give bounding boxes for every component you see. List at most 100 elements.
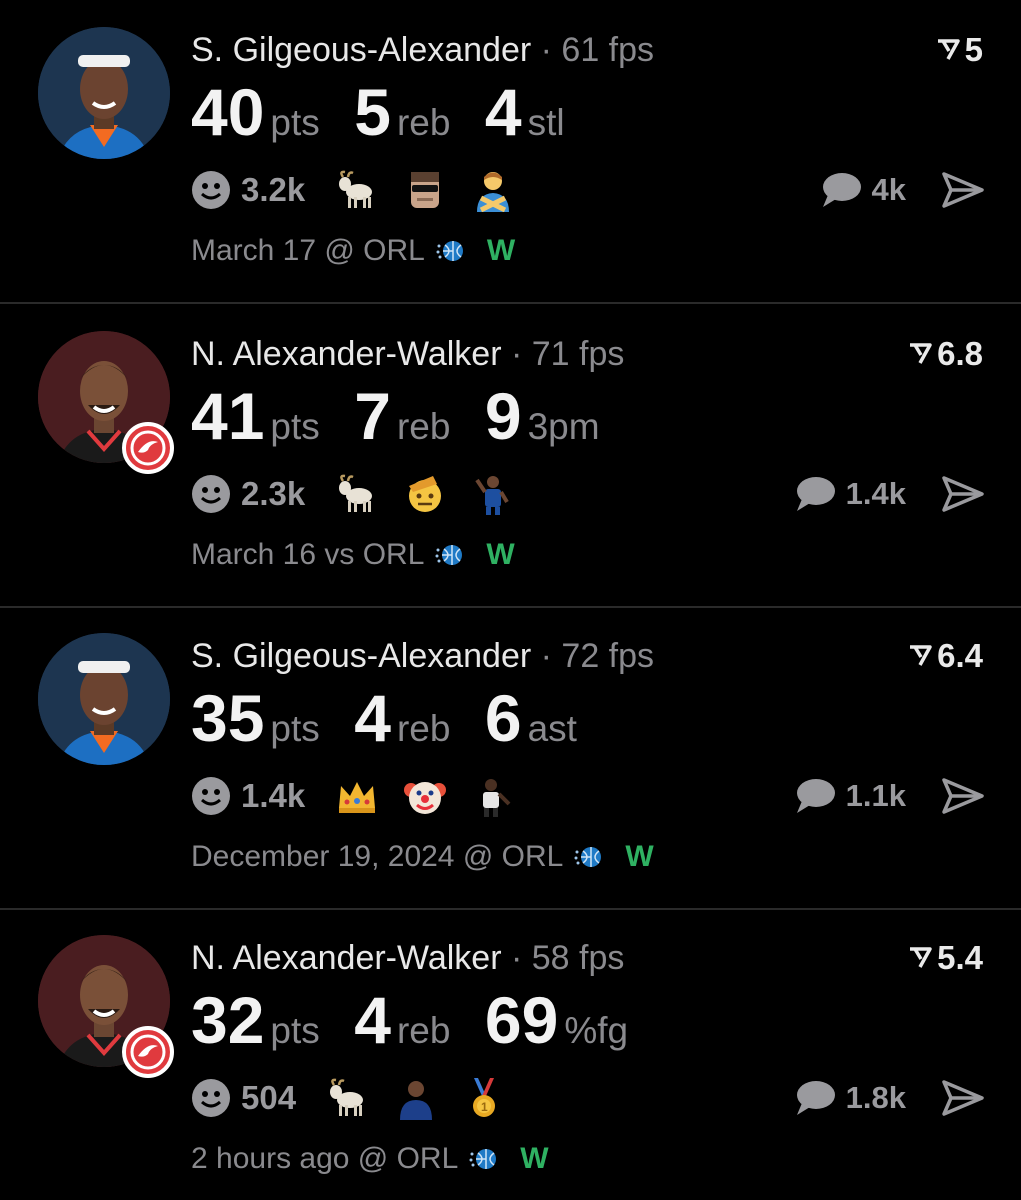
- svg-text:OKC: OKC: [156, 138, 170, 154]
- reactions-bar: 504 1: [191, 1073, 530, 1123]
- rating-value: 6.4: [937, 637, 983, 674]
- hawks-logo-icon: [130, 1034, 166, 1070]
- comment-bubble-icon: [822, 173, 861, 207]
- stat-value: 35: [191, 681, 265, 755]
- luka-sunglasses-icon[interactable]: [403, 168, 447, 212]
- player-celebration-icon[interactable]: [471, 472, 515, 516]
- comment-bubble-icon: [796, 779, 835, 813]
- rating[interactable]: 5: [935, 30, 983, 70]
- stat-rebounds: 7 reb: [354, 376, 450, 456]
- smiley-reaction-icon[interactable]: [191, 1078, 231, 1118]
- game-info[interactable]: March 16 vs ORL W: [191, 536, 515, 574]
- smiley-reaction-icon[interactable]: [191, 474, 231, 514]
- stat-unit: pts: [270, 1010, 320, 1051]
- stat-value: 7: [354, 379, 391, 453]
- share-icon[interactable]: [941, 472, 985, 516]
- goat-icon[interactable]: [326, 1076, 370, 1120]
- game-result: W: [486, 234, 516, 267]
- comment-count: 1.1k: [845, 778, 906, 813]
- magic-logo-icon: [574, 847, 602, 867]
- stat-unit: reb: [396, 102, 451, 143]
- feed-card[interactable]: N. Alexander-Walker · 58 fps 5.4 32 pts 4…: [0, 908, 1021, 1200]
- reaction-count: 3.2k: [241, 171, 306, 208]
- share-icon[interactable]: [941, 168, 985, 212]
- avatar[interactable]: OKC: [38, 633, 170, 765]
- comments-button[interactable]: 1.1k: [794, 771, 906, 821]
- reaction-count: 1.4k: [241, 777, 306, 814]
- share-icon[interactable]: [941, 1076, 985, 1120]
- avatar[interactable]: OKC: [38, 27, 170, 159]
- stat-value: 69: [484, 983, 559, 1057]
- separator: ·: [540, 637, 552, 675]
- rating[interactable]: 6.8: [907, 334, 983, 374]
- stat-rebounds: 4 reb: [354, 980, 450, 1060]
- player-name[interactable]: N. Alexander-Walker: [191, 939, 502, 977]
- stat-unit: pts: [270, 708, 320, 749]
- smiley-reaction-icon[interactable]: [191, 170, 231, 210]
- player-pose-icon[interactable]: [471, 774, 515, 818]
- stat-unit: stl: [527, 102, 565, 143]
- stat-line: 35 pts 4 reb 6 ast: [191, 678, 607, 758]
- magic-logo-icon: [435, 545, 463, 565]
- feed-card[interactable]: OKC S. Gilgeous-Alexander · 72 fps 6.4 3…: [0, 606, 1021, 910]
- game-info[interactable]: 2 hours ago @ ORL W: [191, 1140, 549, 1178]
- comments-button[interactable]: 1.4k: [794, 469, 906, 519]
- stat-line: 40 pts 5 reb 4 stl: [191, 72, 595, 152]
- stat-value: 9: [484, 379, 522, 453]
- stat-threes: 9 3pm: [485, 376, 600, 456]
- stat-unit: reb: [396, 406, 451, 447]
- fps-score: 61 fps: [561, 31, 655, 69]
- name-line: N. Alexander-Walker · 58 fps: [191, 938, 624, 978]
- clown-face-icon[interactable]: [403, 774, 447, 818]
- stat-feed: OKC S. Gilgeous-Alexander · 61 fps 5 40p…: [0, 0, 1021, 1200]
- player-name[interactable]: N. Alexander-Walker: [191, 335, 502, 373]
- player-name[interactable]: S. Gilgeous-Alexander: [191, 31, 531, 69]
- rating-icon: [937, 39, 960, 60]
- date-opponent: December 19, 2024 @ ORL: [191, 840, 564, 873]
- feed-card[interactable]: OKC S. Gilgeous-Alexander · 61 fps 5 40p…: [0, 0, 1021, 304]
- stat-unit: ast: [527, 708, 577, 749]
- game-result: W: [486, 538, 515, 571]
- rating[interactable]: 5.4: [907, 938, 983, 978]
- person-crossed-arms-icon[interactable]: [471, 168, 515, 212]
- player-portrait-icon[interactable]: [394, 1076, 438, 1120]
- gold-medal-icon[interactable]: 1: [462, 1076, 506, 1120]
- saluting-face-icon[interactable]: [403, 472, 447, 516]
- rating-value: 5: [964, 31, 983, 68]
- stat-value: 6: [484, 681, 522, 755]
- separator: ·: [510, 939, 523, 977]
- crown-icon[interactable]: [335, 774, 379, 818]
- stat-rebounds: 5 reb: [354, 72, 450, 152]
- rating[interactable]: 6.4: [907, 636, 983, 676]
- fps-score: 72 fps: [561, 637, 655, 675]
- rating-icon: [910, 947, 932, 968]
- comments-button[interactable]: 1.8k: [794, 1073, 906, 1123]
- rating-icon: [910, 343, 932, 364]
- separator: ·: [540, 31, 552, 69]
- separator: ·: [510, 335, 523, 373]
- comments-button[interactable]: 4k: [820, 165, 906, 215]
- stat-value: 40: [191, 75, 265, 149]
- hawks-logo-icon: [130, 430, 166, 466]
- game-info[interactable]: March 17 @ ORL W: [191, 232, 515, 270]
- date-opponent: March 17 @ ORL: [191, 234, 425, 267]
- reactions-bar: 2.3k: [191, 469, 539, 519]
- fps-score: 71 fps: [531, 335, 625, 373]
- feed-card[interactable]: N. Alexander-Walker · 71 fps 6.8 41 pts 7…: [0, 304, 1021, 608]
- share-icon[interactable]: [941, 774, 985, 818]
- stat-unit: pts: [270, 406, 320, 447]
- player-name[interactable]: S. Gilgeous-Alexander: [191, 637, 531, 675]
- smiley-reaction-icon[interactable]: [191, 776, 231, 816]
- stat-unit: reb: [396, 708, 451, 749]
- game-info[interactable]: December 19, 2024 @ ORL W: [191, 838, 654, 876]
- reactions-bar: 3.2k: [191, 165, 539, 215]
- goat-icon[interactable]: [335, 168, 379, 212]
- stat-unit: pts: [270, 102, 320, 143]
- goat-icon[interactable]: [335, 472, 379, 516]
- rating-icon: [910, 645, 932, 666]
- game-result: W: [625, 840, 654, 873]
- comment-bubble-icon: [796, 1081, 835, 1115]
- reaction-count: 504: [241, 1079, 297, 1116]
- date-opponent: March 16 vs ORL: [191, 538, 425, 571]
- hawks-team-badge: [122, 422, 174, 474]
